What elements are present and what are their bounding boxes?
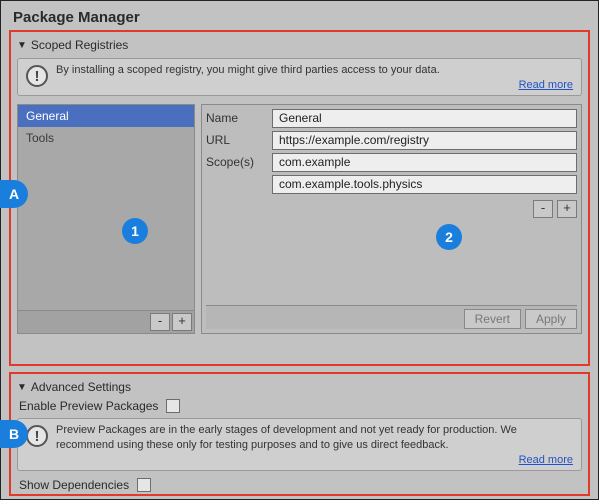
scope-buttons: - +: [272, 200, 577, 218]
chevron-down-icon: ▼: [17, 382, 27, 393]
info-icon: !: [26, 425, 48, 447]
registries-list: General Tools - +: [17, 104, 195, 334]
scoped-info-text-wrap: By installing a scoped registry, you mig…: [56, 63, 573, 93]
name-label: Name: [206, 111, 272, 125]
registries-list-area: General Tools: [18, 105, 194, 310]
marker-a: A: [0, 180, 28, 208]
window-title: Package Manager: [9, 7, 590, 30]
marker-1: 1: [122, 218, 148, 244]
scoped-registries-body: General Tools - + Name URL: [17, 104, 582, 334]
advanced-settings-panel: ▼ Advanced Settings Enable Preview Packa…: [9, 372, 590, 496]
preview-info-text: Preview Packages are in the early stages…: [56, 423, 573, 453]
show-deps-row: Show Dependencies: [17, 475, 582, 495]
add-registry-button[interactable]: +: [172, 313, 192, 331]
show-deps-checkbox[interactable]: [137, 478, 151, 492]
info-icon: !: [26, 65, 48, 87]
preview-info-box: ! Preview Packages are in the early stag…: [17, 418, 582, 471]
scope-input-1[interactable]: [272, 153, 577, 172]
scoped-info-text: By installing a scoped registry, you mig…: [56, 63, 573, 78]
preview-info-text-wrap: Preview Packages are in the early stages…: [56, 423, 573, 468]
list-buttons: - +: [18, 310, 194, 333]
form-bottom-buttons: Revert Apply: [206, 305, 577, 329]
apply-button[interactable]: Apply: [525, 309, 577, 329]
list-item[interactable]: General: [18, 105, 194, 127]
add-scope-button[interactable]: +: [557, 200, 577, 218]
advanced-settings-header: Advanced Settings: [31, 380, 131, 394]
remove-scope-button[interactable]: -: [533, 200, 553, 218]
enable-preview-checkbox[interactable]: [166, 399, 180, 413]
scoped-info-box: ! By installing a scoped registry, you m…: [17, 58, 582, 96]
scoped-registries-panel: ▼ Scoped Registries ! By installing a sc…: [9, 30, 590, 366]
name-input[interactable]: [272, 109, 577, 128]
url-label: URL: [206, 133, 272, 147]
scoped-read-more-link[interactable]: Read more: [519, 79, 573, 91]
preview-read-more-link[interactable]: Read more: [519, 454, 573, 466]
enable-preview-label: Enable Preview Packages: [19, 399, 158, 413]
revert-button[interactable]: Revert: [464, 309, 521, 329]
marker-2: 2: [436, 224, 462, 250]
show-deps-label: Show Dependencies: [19, 478, 129, 492]
marker-b: B: [0, 420, 28, 448]
remove-registry-button[interactable]: -: [150, 313, 170, 331]
list-item[interactable]: Tools: [18, 127, 194, 149]
registry-form: Name URL Scope(s) - +: [201, 104, 582, 334]
enable-preview-row: Enable Preview Packages: [17, 396, 582, 416]
scope-input-2[interactable]: [272, 175, 577, 194]
url-input[interactable]: [272, 131, 577, 150]
scoped-registries-foldout[interactable]: ▼ Scoped Registries: [17, 36, 582, 54]
scoped-registries-header: Scoped Registries: [31, 38, 128, 52]
chevron-down-icon: ▼: [17, 40, 27, 51]
advanced-settings-foldout[interactable]: ▼ Advanced Settings: [17, 378, 582, 396]
package-manager-window: Package Manager ▼ Scoped Registries ! By…: [0, 0, 599, 500]
scope-label: Scope(s): [206, 155, 272, 169]
